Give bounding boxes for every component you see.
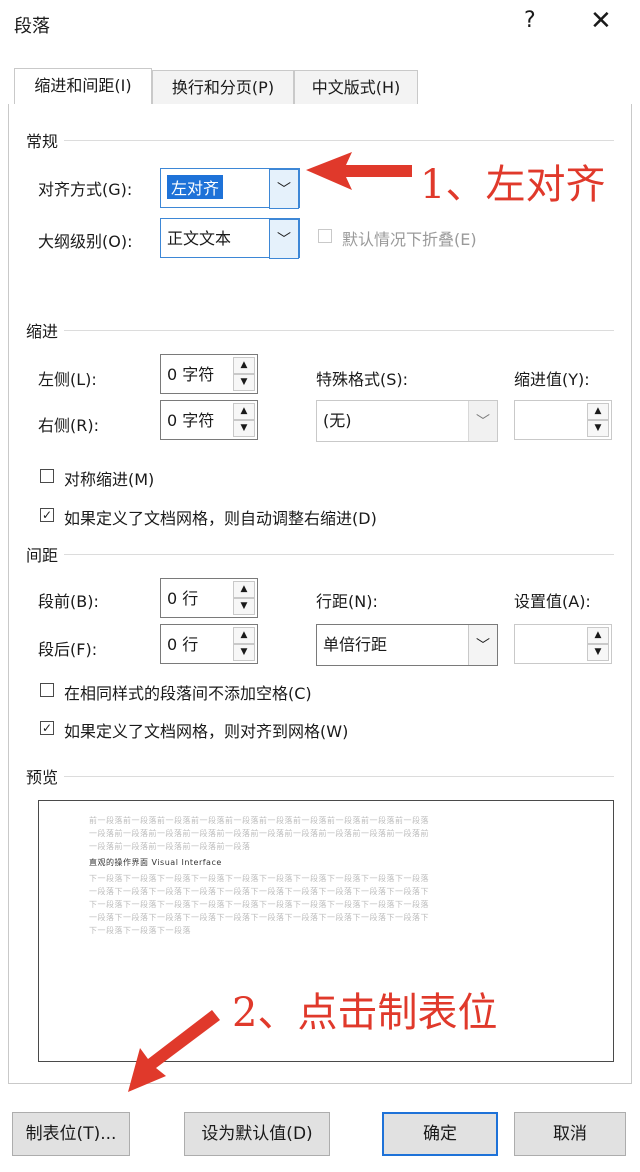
annotation-left-align: 1、左对齐 bbox=[420, 162, 606, 208]
annotation-arrow-left bbox=[306, 152, 412, 190]
annotation-arrow-down-left bbox=[128, 1010, 220, 1092]
annotation-click-tabs: 2、点击制表位 bbox=[232, 990, 498, 1036]
tab-indent-spacing[interactable]: 缩进和间距(I) bbox=[14, 68, 152, 104]
